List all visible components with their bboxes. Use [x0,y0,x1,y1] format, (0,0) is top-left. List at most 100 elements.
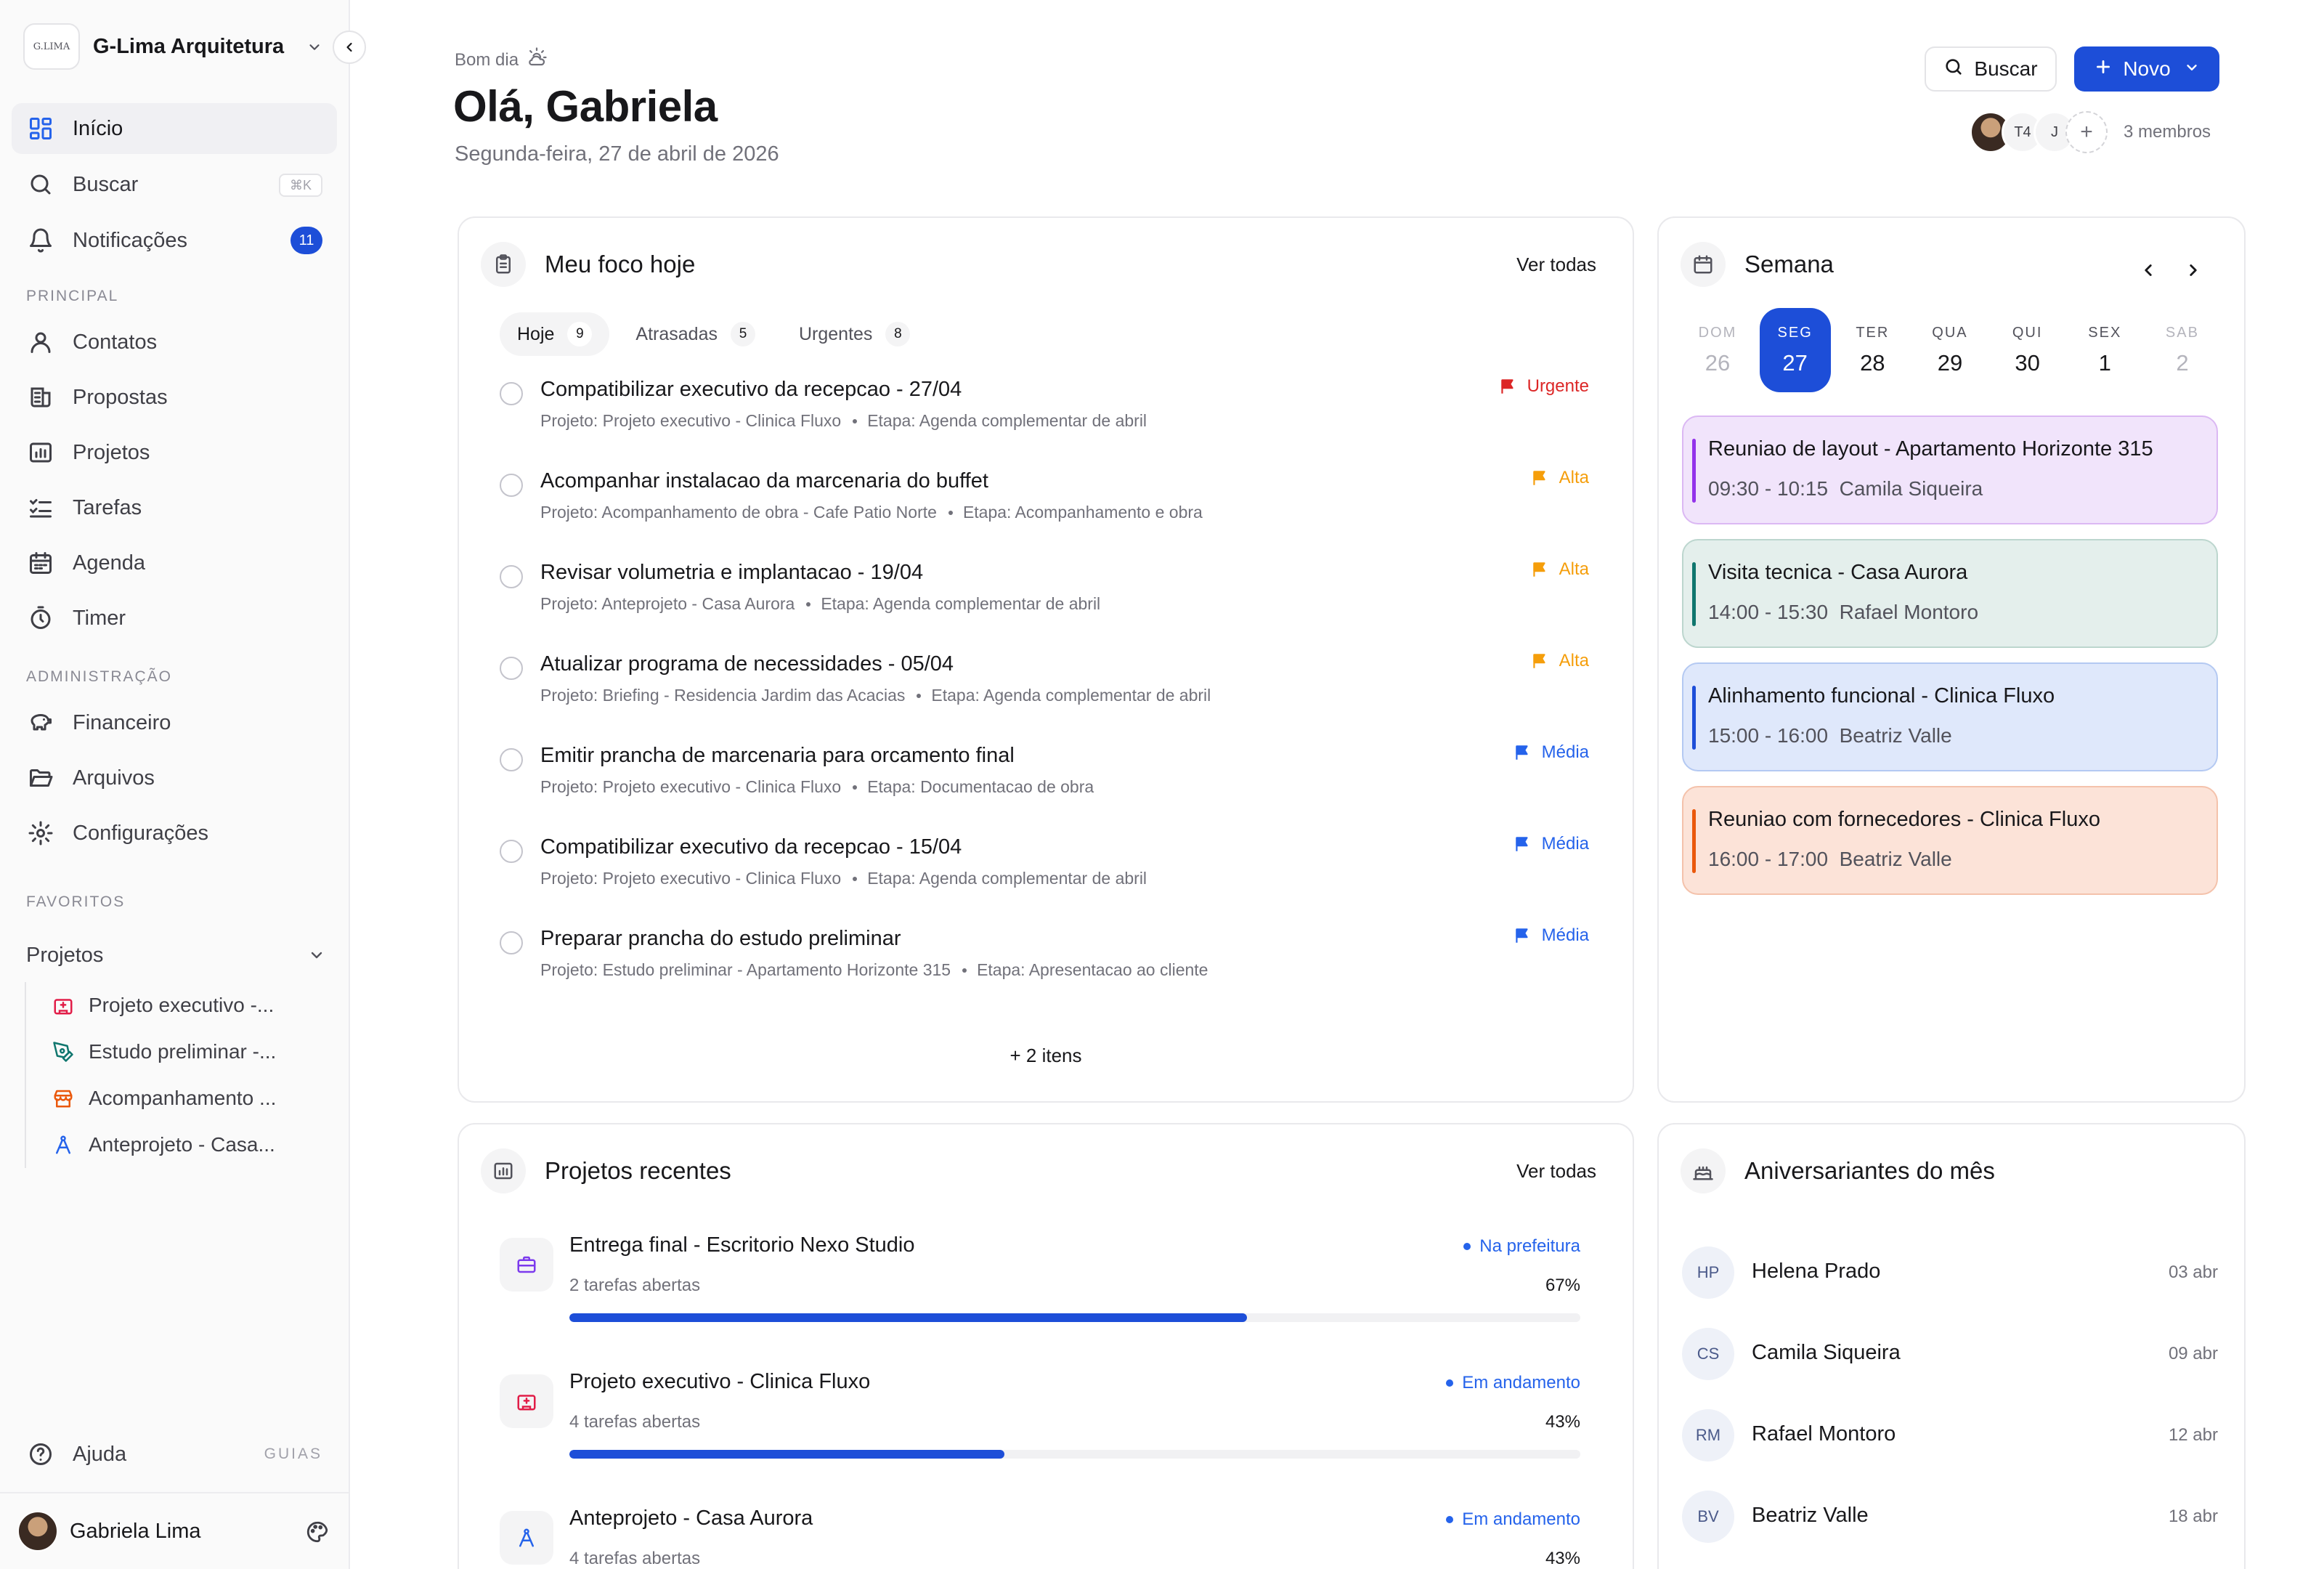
nav-item-contatos[interactable]: Contatos [12,317,337,368]
task-checkbox[interactable] [500,657,523,680]
project-item[interactable]: Projeto executivo - Clinica Fluxo Em anda… [500,1370,1580,1479]
task-item[interactable]: Acompanhar instalacao da marcenaria do b… [500,468,1589,548]
day-qua[interactable]: QUA 29 [1914,308,1986,392]
nav-label: Configurações [73,821,208,845]
view-all-link[interactable]: Ver todas [1516,1160,1596,1183]
progress-fill [569,1450,1004,1459]
calendar-icon [26,548,55,577]
day-dom[interactable]: DOM 26 [1682,308,1753,392]
task-checkbox[interactable] [500,840,523,863]
task-item[interactable]: Emitir prancha de marcenaria para orcame… [500,742,1589,822]
help-link[interactable]: Ajuda GUIAS [12,1431,337,1477]
separator-dot [962,968,967,973]
favorite-item[interactable]: Estudo preliminar -... [26,1029,325,1075]
task-item[interactable]: Atualizar programa de necessidades - 05/… [500,651,1589,731]
nav-item-inicio[interactable]: Início [12,103,337,154]
task-title: Revisar volumetria e implantacao - 19/04 [540,561,924,584]
priority-label: Alta [1559,651,1589,670]
tab-hoje[interactable]: Hoje 9 [500,312,610,356]
day-seg[interactable]: SEG 27 [1759,308,1831,392]
workspace-switcher[interactable]: G.LIMA G-Lima Arquitetura [23,23,328,70]
status-dot [1446,1516,1454,1523]
project-item[interactable]: Anteprojeto - Casa Aurora Em andamento 4 t… [500,1507,1580,1569]
nav-item-agenda[interactable]: Agenda [12,538,337,588]
notification-badge: 11 [290,227,322,254]
event-accent [1692,562,1696,626]
day-ter[interactable]: TER 28 [1837,308,1908,392]
nav-item-configuracoes[interactable]: Configurações [12,808,337,859]
day-sex[interactable]: SEX 1 [2069,308,2140,392]
event-card[interactable]: Reuniao com fornecedores - Clinica Fluxo… [1682,786,2218,895]
project-title: Entrega final - Escritorio Nexo Studio [569,1233,915,1257]
birthday-item[interactable]: CS Camila Siqueira 09 abr [1682,1325,2218,1383]
nav-item-propostas[interactable]: Propostas [12,372,337,423]
favorite-item[interactable]: Projeto executivo -... [26,982,325,1029]
event-card[interactable]: Reuniao de layout - Apartamento Horizont… [1682,415,2218,524]
checklist-icon [26,493,55,522]
day-qui[interactable]: QUI 30 [1992,308,2063,392]
favorite-item[interactable]: Anteprojeto - Casa... [26,1122,325,1168]
nav-item-buscar[interactable]: Buscar ⌘K [12,159,337,210]
nav-item-arquivos[interactable]: Arquivos [12,753,337,803]
task-meta: Projeto: Projeto executivo - Clinica Flu… [540,869,1147,888]
more-items-link[interactable]: + 2 itens [459,1045,1633,1067]
avatar: CS [1682,1328,1734,1380]
nav-item-timer[interactable]: Timer [12,593,337,644]
nav-item-projetos[interactable]: Projetos [12,427,337,478]
new-button[interactable]: Novo [2074,46,2219,92]
event-card[interactable]: Visita tecnica - Casa Aurora 14:00 - 15:3… [1682,539,2218,648]
view-all-link[interactable]: Ver todas [1516,254,1596,276]
task-stage: Etapa: Agenda complementar de abril [867,869,1147,888]
user-menu[interactable]: Gabriela Lima [0,1492,349,1569]
search-button[interactable]: Buscar [1925,46,2057,92]
task-item[interactable]: Compatibilizar executivo da recepcao - 2… [500,376,1589,456]
day-sab[interactable]: SAB 2 [2147,308,2218,392]
tab-atrasadas[interactable]: Atrasadas 5 [618,312,773,356]
task-item[interactable]: Preparar prancha do estudo preliminar Pro… [500,925,1589,1005]
task-checkbox[interactable] [500,474,523,497]
nav-item-tarefas[interactable]: Tarefas [12,482,337,533]
task-item[interactable]: Compatibilizar executivo da recepcao - 1… [500,834,1589,914]
card-title: Projetos recentes [545,1157,731,1184]
birthday-item[interactable]: BV Beatriz Valle 18 abr [1682,1488,2218,1546]
event-details: 14:00 - 15:30 Rafael Montoro [1708,601,2217,624]
day-number: 2 [2176,349,2189,376]
favorite-item[interactable]: Acompanhamento ... [26,1075,325,1122]
section-label-favoritos: FAVORITOS [26,893,126,910]
chevron-right-icon [2190,264,2197,276]
person-name: Camila Siqueira [1752,1341,1901,1364]
tab-urgentes[interactable]: Urgentes 8 [781,312,927,356]
favorites-group-toggle[interactable]: Projetos [26,937,325,973]
guides-link[interactable]: GUIAS [264,1446,322,1463]
task-checkbox[interactable] [500,382,523,405]
nav-item-financeiro[interactable]: Financeiro [12,697,337,748]
workspace-logo-text: G.LIMA [33,41,70,52]
birthday-item[interactable]: HP Helena Prado 03 abr [1682,1244,2218,1302]
project-item[interactable]: Entrega final - Escritorio Nexo Studio Na… [500,1233,1580,1342]
next-week-button[interactable] [2179,256,2208,285]
clipboard-icon [481,242,526,287]
collapse-sidebar-button[interactable] [333,31,366,64]
document-icon [26,383,55,412]
task-checkbox[interactable] [500,748,523,771]
task-checkbox[interactable] [500,565,523,588]
members-group[interactable]: T4 J + 3 membros [1970,110,2211,154]
favorite-label: Projeto executivo -... [89,994,275,1016]
add-member-button[interactable]: + [2065,111,2108,153]
project-title: Projeto executivo - Clinica Fluxo [569,1370,871,1393]
task-stage: Etapa: Agenda complementar de abril [867,411,1147,430]
birthday-date: 09 abr [2168,1344,2218,1363]
status-badge: Na prefeitura [1463,1236,1580,1257]
progress-percent: 43% [1545,1549,1580,1568]
palette-icon[interactable] [305,1520,330,1548]
members-count: 3 membros [2124,122,2211,142]
event-card[interactable]: Alinhamento funcional - Clinica Fluxo 15:… [1682,662,2218,771]
task-item[interactable]: Revisar volumetria e implantacao - 19/04… [500,559,1589,639]
separator-dot [917,694,922,698]
birthday-item[interactable]: RM Rafael Montoro 12 abr [1682,1406,2218,1464]
previous-week-button[interactable] [2134,256,2163,285]
help-circle-icon [26,1440,55,1469]
nav-item-notificacoes[interactable]: Notificações 11 [12,215,337,266]
task-checkbox[interactable] [500,931,523,954]
section-label-principal: PRINCIPAL [26,288,119,304]
